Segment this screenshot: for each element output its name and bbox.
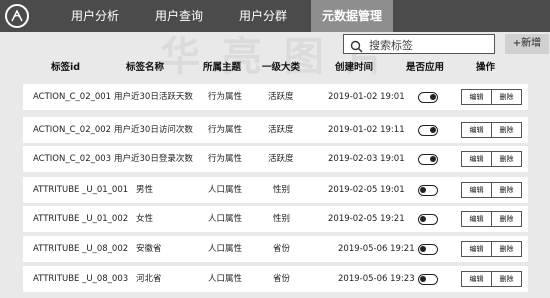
cell-tag-name: 安徽省 (136, 244, 162, 254)
cell-tag-name: 用户近30日活跃天数 (114, 92, 193, 102)
cell-tag-name: 男性 (136, 185, 154, 195)
edit-button[interactable]: 编辑 (462, 272, 491, 286)
header-enabled: 是否应用 (406, 62, 445, 73)
cell-tag-id: ATTRITUBE _U_01_002 (33, 214, 129, 224)
search-icon (350, 38, 363, 57)
cell-theme: 人口属性 (208, 214, 243, 224)
cell-category: 省份 (273, 274, 291, 284)
enabled-toggle[interactable] (418, 214, 438, 225)
delete-button[interactable]: 删除 (491, 152, 521, 166)
toggle-knob (430, 127, 436, 133)
search-input[interactable]: 搜索标签 (343, 34, 495, 54)
cell-theme: 行为属性 (208, 92, 243, 102)
cell-tag-id: ATTRITUBE _U_08_003 (33, 274, 129, 284)
cell-tag-name: 用户近30日登录次数 (114, 154, 193, 164)
edit-button[interactable]: 编辑 (462, 242, 491, 256)
enabled-toggle[interactable] (418, 125, 438, 136)
header-tag-id: 标签id (51, 62, 81, 73)
toggle-knob (420, 216, 426, 222)
header-created-time: 创建时间 (335, 62, 374, 73)
enabled-toggle[interactable] (418, 92, 438, 103)
toggle-knob (420, 276, 426, 282)
table-row: ATTRITUBE _U_01_002 女性 人口属性 性别 2019-02-05 19… (23, 206, 528, 232)
cell-theme: 人口属性 (208, 185, 243, 195)
cell-category: 性别 (273, 185, 291, 195)
cell-category: 省份 (273, 244, 291, 254)
cell-created-time: 2019-05-06 19:21 (338, 244, 415, 254)
row-actions: 编辑 删除 (461, 182, 522, 198)
cell-category: 性别 (273, 214, 291, 224)
cell-tag-id: ACTION_C_02_002 (33, 125, 112, 135)
edit-button[interactable]: 编辑 (462, 212, 491, 226)
cell-theme: 行为属性 (208, 125, 243, 135)
toggle-knob (420, 187, 426, 193)
cell-category: 活跃度 (268, 125, 294, 135)
row-actions: 编辑 删除 (461, 271, 522, 287)
cell-category: 活跃度 (268, 92, 294, 102)
logo-icon[interactable] (5, 4, 29, 28)
cell-created-time: 2019-01-02 19:11 (328, 125, 405, 135)
cell-theme: 行为属性 (208, 154, 243, 164)
table-row: ACTION_C_02_001 用户近30日活跃天数 行为属性 活跃度 2019-01-… (23, 84, 528, 110)
row-actions: 编辑 删除 (461, 241, 522, 257)
add-button[interactable]: +新增 (505, 34, 549, 54)
edit-button[interactable]: 编辑 (462, 183, 491, 197)
row-actions: 编辑 删除 (461, 122, 522, 138)
row-actions: 编辑 删除 (461, 89, 522, 105)
header-theme: 所属主题 (203, 62, 242, 73)
cell-created-time: 2019-02-03 19:01 (328, 154, 405, 164)
table-row: ACTION_C_02_003 用户近30日登录次数 行为属性 活跃度 2019-02-… (23, 146, 528, 172)
enabled-toggle[interactable] (418, 244, 438, 255)
nav-user-analysis[interactable]: 用户分析 (62, 0, 128, 32)
enabled-toggle[interactable] (418, 154, 438, 165)
cell-theme: 人口属性 (208, 274, 243, 284)
cell-theme: 人口属性 (208, 244, 243, 254)
cell-tag-id: ACTION_C_02_003 (33, 154, 112, 164)
cell-tag-name: 女性 (136, 214, 154, 224)
delete-button[interactable]: 删除 (491, 212, 521, 226)
table-row: ATTRITUBE _U_08_002 安徽省 人口属性 省份 2019-05-06 1… (23, 236, 528, 262)
toggle-knob (430, 94, 436, 100)
delete-button[interactable]: 删除 (491, 272, 521, 286)
delete-button[interactable]: 删除 (491, 123, 521, 137)
edit-button[interactable]: 编辑 (462, 152, 491, 166)
table-row: ACTION_C_02_002 用户近30日访问次数 行为属性 活跃度 2019-01-… (23, 117, 528, 143)
cell-created-time: 2019-02-05 19:21 (328, 214, 405, 224)
toggle-knob (420, 246, 426, 252)
table-row: ATTRITUBE _U_01_001 男性 人口属性 性别 2019-02-05 19… (23, 177, 528, 203)
delete-button[interactable]: 删除 (491, 183, 521, 197)
edit-button[interactable]: 编辑 (462, 90, 491, 104)
enabled-toggle[interactable] (418, 274, 438, 285)
cell-tag-name: 河北省 (136, 274, 162, 284)
search-placeholder: 搜索标签 (369, 39, 413, 52)
cell-tag-id: ACTION_C_02_001 (33, 92, 112, 102)
header-actions: 操作 (476, 62, 496, 73)
cell-created-time: 2019-02-05 19:01 (328, 185, 405, 195)
nav-user-query[interactable]: 用户查询 (146, 0, 212, 32)
row-actions: 编辑 删除 (461, 151, 522, 167)
cell-created-time: 2019-01-02 19:01 (328, 92, 405, 102)
toggle-knob (430, 156, 436, 162)
nav-metadata-management[interactable]: 元数据管理 (311, 0, 393, 32)
header-category: 一级大类 (262, 62, 301, 73)
delete-button[interactable]: 删除 (491, 242, 521, 256)
cell-tag-name: 用户近30日访问次数 (114, 125, 193, 135)
cell-created-time: 2019-05-06 19:23 (338, 274, 415, 284)
edit-button[interactable]: 编辑 (462, 123, 491, 137)
cell-category: 活跃度 (268, 154, 294, 164)
cell-tag-id: ATTRITUBE _U_08_002 (33, 244, 129, 254)
row-actions: 编辑 删除 (461, 211, 522, 227)
header-tag-name: 标签名称 (126, 62, 165, 73)
cell-tag-id: ATTRITUBE _U_01_001 (33, 185, 129, 195)
top-nav-bar: 用户分析 用户查询 用户分群 元数据管理 (0, 0, 550, 32)
enabled-toggle[interactable] (418, 185, 438, 196)
table-row: ATTRITUBE _U_08_003 河北省 人口属性 省份 2019-05-06 1… (23, 266, 528, 292)
delete-button[interactable]: 删除 (491, 90, 521, 104)
nav-user-segment[interactable]: 用户分群 (230, 0, 296, 32)
